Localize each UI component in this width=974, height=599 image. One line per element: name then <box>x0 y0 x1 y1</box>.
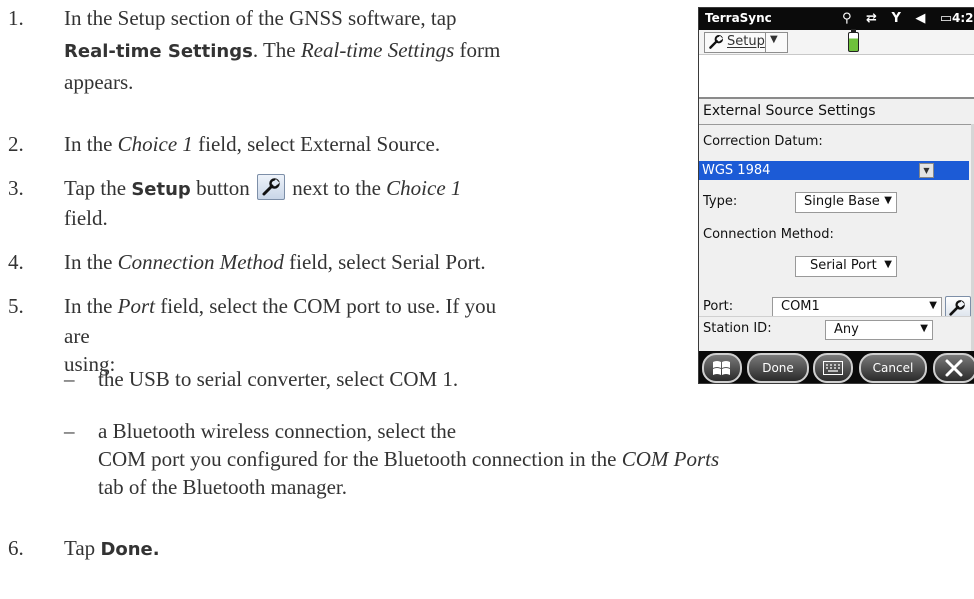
step-text: In the Connection Method field, select S… <box>64 250 486 274</box>
type-label: Type: <box>703 194 738 209</box>
app-title: TerraSync <box>705 11 772 25</box>
step-number: 3. <box>8 176 24 200</box>
form-header: External Source Settings <box>699 99 974 125</box>
port-label: Port: <box>703 299 734 314</box>
status-icons: ⚲ ⇄ Y ◀ ▭ <box>842 11 958 26</box>
port-select[interactable]: COM1 ▼ <box>772 297 942 318</box>
step-text: field. <box>64 206 108 230</box>
close-icon <box>945 359 963 377</box>
soft-key-bar: Done Cancel <box>699 351 974 383</box>
clock: 4:2 <box>952 11 974 25</box>
status-bar: TerraSync ⚲ ⇄ Y ◀ ▭ 4:2 <box>699 8 974 30</box>
step-number: 1. <box>8 6 24 30</box>
step-text: Real-time Settings. The Real-time Settin… <box>64 38 501 62</box>
wrench-icon <box>949 300 965 316</box>
cancel-button[interactable]: Cancel <box>859 353 927 383</box>
windows-logo-icon <box>713 361 730 375</box>
correction-datum-select[interactable]: WGS 1984 ▼ <box>699 161 969 180</box>
step-text: Tap the Setup button next to the Choice … <box>64 174 462 200</box>
step-number: 2. <box>8 132 24 156</box>
step-text: In the Setup section of the GNSS softwar… <box>64 6 457 30</box>
step-text: appears. <box>64 70 134 94</box>
close-button[interactable] <box>933 353 974 383</box>
keyboard-icon <box>823 361 843 375</box>
chevron-down-icon[interactable]: ▼ <box>770 34 778 45</box>
chevron-down-icon[interactable]: ▼ <box>919 163 934 178</box>
chevron-down-icon: ▼ <box>929 300 937 311</box>
wrench-icon <box>708 34 724 54</box>
chevron-down-icon: ▼ <box>884 259 892 270</box>
type-select[interactable]: Single Base ▼ <box>795 192 897 213</box>
wrench-icon <box>257 174 285 200</box>
chevron-down-icon: ▼ <box>920 323 928 334</box>
toolbar: Setup ▼ <box>699 29 974 55</box>
connection-method-select[interactable]: Serial Port ▼ <box>795 256 897 277</box>
setup-section-button[interactable]: Setup ▼ <box>704 32 788 53</box>
step-text: In the Port field, select the COM port t… <box>64 294 497 318</box>
external-source-settings-form: External Source Settings Correction Datu… <box>699 99 974 351</box>
windows-start-button[interactable] <box>702 353 742 383</box>
station-id-row: Station ID: Any ▼ <box>699 316 971 343</box>
battery-icon <box>848 29 859 52</box>
setup-label: Setup <box>727 34 765 49</box>
step-text: Tap Done. <box>64 536 160 560</box>
step-text: In the Choice 1 field, select External S… <box>64 132 441 156</box>
step-number: 5. <box>8 294 24 318</box>
step-number: 6. <box>8 536 24 560</box>
keyboard-button[interactable] <box>813 353 853 383</box>
chevron-down-icon: ▼ <box>884 195 892 206</box>
step-number: 4. <box>8 250 24 274</box>
station-id-label: Station ID: <box>703 321 772 336</box>
connection-method-label: Connection Method: <box>703 227 834 242</box>
correction-datum-label: Correction Datum: <box>703 134 823 149</box>
station-id-select[interactable]: Any ▼ <box>825 320 933 340</box>
blank-area <box>699 55 974 99</box>
done-button[interactable]: Done <box>747 353 809 383</box>
